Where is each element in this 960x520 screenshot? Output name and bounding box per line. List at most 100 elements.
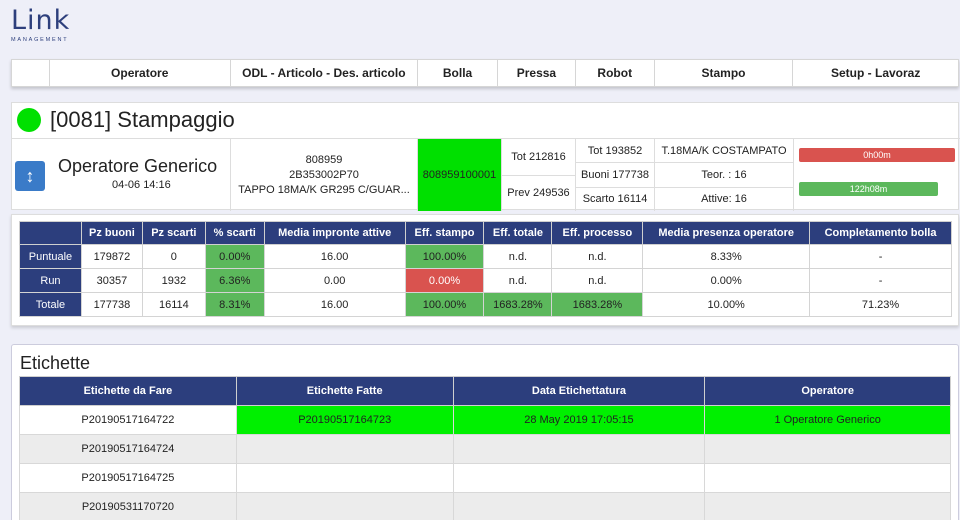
table-cell: 0.00% bbox=[642, 268, 811, 293]
nav-cell-empty bbox=[12, 60, 50, 86]
nav-robot[interactable]: Robot bbox=[576, 60, 655, 86]
table-cell: 16114 bbox=[141, 292, 206, 317]
bolla-number: 808959100001 bbox=[422, 169, 497, 181]
etichette-header[interactable]: Etichette Fatte bbox=[235, 376, 454, 406]
setup-cell: 0h00m 122h08m bbox=[794, 139, 960, 211]
work-time-bar: 122h08m bbox=[799, 182, 938, 196]
table-cell: 0.00% bbox=[404, 268, 485, 293]
article-code: 2B353002P70 bbox=[289, 169, 359, 181]
label-to-do: P20190517164722 bbox=[19, 405, 237, 435]
table-cell: n.d. bbox=[483, 268, 553, 293]
etichette-title: Etichette bbox=[20, 353, 91, 373]
table-cell: 0.00% bbox=[204, 244, 265, 269]
table-cell: 16.00 bbox=[263, 292, 406, 317]
label-to-do: P20190531170720 bbox=[19, 492, 237, 520]
label-to-do: P20190517164725 bbox=[19, 463, 237, 493]
table-cell: 8.33% bbox=[642, 244, 811, 269]
table-cell: n.d. bbox=[483, 244, 553, 269]
machine-panel: [0081] Stampaggio ↕ Operatore Generico 0… bbox=[11, 102, 960, 211]
odl-number: 808959 bbox=[305, 154, 343, 166]
article-cell: 808959 2B353002P70 TAPPO 18MA/K GR295 C/… bbox=[231, 139, 418, 211]
table-cell: 8.31% bbox=[204, 292, 265, 317]
label-operator bbox=[704, 434, 951, 464]
stats-row-run: Run 30357 1932 6.36% 0.00 0.00% n.d. n.d… bbox=[19, 268, 952, 293]
table-cell: 179872 bbox=[80, 244, 143, 269]
nav-bolla[interactable]: Bolla bbox=[418, 60, 498, 86]
nav-stampo[interactable]: Stampo bbox=[655, 60, 794, 86]
etichette-header[interactable]: Etichette da Fare bbox=[19, 376, 237, 406]
setup-time-bar: 0h00m bbox=[799, 148, 955, 162]
etichette-table: Etichette da Fare Etichette Fatte Data E… bbox=[19, 376, 951, 520]
stats-table: Pz buoni Pz scarti % scarti Media impron… bbox=[19, 221, 952, 317]
stats-header: Media impronte attive bbox=[263, 221, 406, 245]
pressa-tot: Tot 212816 bbox=[502, 139, 575, 176]
row-label: Puntuale bbox=[19, 244, 82, 269]
article-description: TAPPO 18MA/K GR295 C/GUAR... bbox=[238, 184, 410, 196]
label-operator: 1 Operatore Generico bbox=[704, 405, 951, 435]
etichette-panel: Etichette Etichette da Fare Etichette Fa… bbox=[11, 344, 959, 520]
label-done bbox=[235, 492, 454, 520]
bolla-cell: 808959100001 bbox=[418, 139, 502, 211]
label-operator bbox=[704, 463, 951, 493]
status-indicator-icon bbox=[17, 108, 41, 132]
label-done: P20190517164723 bbox=[235, 405, 454, 435]
stampo-attive: Attive: 16 bbox=[701, 193, 747, 206]
logo-subtext: MANAGEMENT bbox=[11, 37, 69, 43]
etichette-header[interactable]: Operatore bbox=[704, 376, 951, 406]
table-row[interactable]: P20190517164724 bbox=[19, 434, 951, 464]
robot-scarto: Scarto 16114 bbox=[582, 193, 648, 206]
table-row[interactable]: P20190517164725 bbox=[19, 463, 951, 493]
operator-cell: ↕ Operatore Generico 04-06 14:16 bbox=[12, 139, 231, 211]
row-label: Run bbox=[19, 268, 82, 293]
table-cell: 16.00 bbox=[263, 244, 406, 269]
stampo-cell: T.18MA/K COSTAMPATO Teor. : 16 Attive: 1… bbox=[655, 139, 794, 211]
machine-title: [0081] Stampaggio bbox=[50, 107, 235, 132]
stats-header: Pz scarti bbox=[141, 221, 206, 245]
label-date bbox=[452, 463, 706, 493]
stampo-name: T.18MA/K COSTAMPATO bbox=[655, 139, 793, 164]
swap-arrow-icon[interactable]: ↕ bbox=[15, 161, 45, 191]
stats-header: Media presenza operatore bbox=[642, 221, 811, 245]
stats-header: Eff. stampo bbox=[404, 221, 485, 245]
table-cell: 71.23% bbox=[809, 292, 952, 317]
stats-header-row: Pz buoni Pz scarti % scarti Media impron… bbox=[19, 221, 952, 245]
nav-setup-lavoraz[interactable]: Setup - Lavoraz bbox=[793, 60, 958, 86]
nav-operatore[interactable]: Operatore bbox=[50, 60, 231, 86]
stats-row-puntuale: Puntuale 179872 0 0.00% 16.00 100.00% n.… bbox=[19, 244, 952, 269]
etichette-header[interactable]: Data Etichettatura bbox=[452, 376, 706, 406]
stats-header: Eff. processo bbox=[551, 221, 644, 245]
logo: Link MANAGEMENT bbox=[11, 6, 81, 46]
table-cell: 100.00% bbox=[404, 244, 485, 269]
table-row[interactable]: P20190517164722 P20190517164723 28 May 2… bbox=[19, 405, 951, 435]
pressa-cell: Tot 212816 Prev 249536 bbox=[502, 139, 576, 211]
stats-header: Completamento bolla bbox=[809, 221, 952, 245]
stats-header: Eff. totale bbox=[483, 221, 553, 245]
label-operator bbox=[704, 492, 951, 520]
label-done bbox=[235, 434, 454, 464]
table-cell: 0.00 bbox=[263, 268, 406, 293]
label-to-do: P20190517164724 bbox=[19, 434, 237, 464]
table-row[interactable]: P20190531170720 bbox=[19, 492, 951, 520]
nav-pressa[interactable]: Pressa bbox=[498, 60, 576, 86]
table-cell: 10.00% bbox=[642, 292, 811, 317]
etichette-header-row: Etichette da Fare Etichette Fatte Data E… bbox=[19, 376, 951, 406]
machine-info-row: ↕ Operatore Generico 04-06 14:16 808959 … bbox=[12, 138, 960, 211]
stampo-teor: Teor. : 16 bbox=[655, 163, 793, 188]
table-cell: 100.00% bbox=[404, 292, 485, 317]
pressa-prev: Prev 249536 bbox=[507, 187, 570, 200]
stats-header: % scarti bbox=[204, 221, 265, 245]
nav-odl-articolo[interactable]: ODL - Articolo - Des. articolo bbox=[231, 60, 419, 86]
operator-name: Operatore Generico bbox=[58, 156, 218, 176]
stats-panel: Pz buoni Pz scarti % scarti Media impron… bbox=[11, 214, 959, 326]
robot-cell: Tot 193852 Buoni 177738 Scarto 16114 bbox=[576, 139, 655, 211]
row-label: Totale bbox=[19, 292, 82, 317]
table-cell: 1683.28% bbox=[483, 292, 553, 317]
column-header-bar: Operatore ODL - Articolo - Des. articolo… bbox=[11, 59, 959, 87]
label-done bbox=[235, 463, 454, 493]
table-cell: 177738 bbox=[80, 292, 143, 317]
table-cell: 30357 bbox=[80, 268, 143, 293]
stats-header bbox=[19, 221, 82, 245]
table-cell: 1683.28% bbox=[551, 292, 644, 317]
table-cell: 1932 bbox=[141, 268, 206, 293]
table-cell: - bbox=[809, 244, 952, 269]
